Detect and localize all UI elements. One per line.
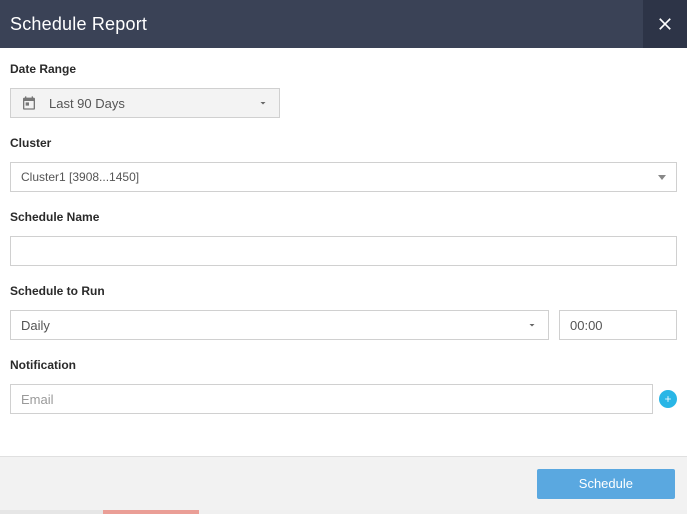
close-icon [655,14,675,34]
date-range-select[interactable]: Last 90 Days [10,88,280,118]
frequency-value: Daily [21,318,526,333]
modal-title: Schedule Report [0,14,147,35]
add-notification-button[interactable] [659,390,677,408]
cluster-field-group: Cluster Cluster1 [3908...1450] [10,136,677,192]
modal-header: Schedule Report [0,0,687,48]
chevron-down-icon [257,97,269,109]
close-button[interactable] [643,0,687,48]
schedule-to-run-label: Schedule to Run [10,284,677,298]
cluster-label: Cluster [10,136,677,150]
schedule-row: Daily [10,310,677,340]
plus-icon [663,394,673,404]
notification-email-input[interactable] [10,384,653,414]
date-range-field-group: Date Range Last 90 Days [10,62,677,118]
cluster-select[interactable]: Cluster1 [3908...1450] [10,162,677,192]
date-range-value: Last 90 Days [49,96,257,111]
schedule-name-input[interactable] [10,236,677,266]
schedule-button[interactable]: Schedule [537,469,675,499]
cluster-value: Cluster1 [3908...1450] [21,170,658,184]
schedule-report-modal: Schedule Report Date Range Last 90 Days … [0,0,687,514]
notification-row [10,384,677,414]
modal-footer: Schedule [0,456,687,510]
schedule-name-label: Schedule Name [10,210,677,224]
time-input[interactable] [559,310,677,340]
schedule-to-run-field-group: Schedule to Run Daily [10,284,677,340]
chevron-down-icon [526,319,538,331]
calendar-icon [21,95,37,111]
notification-field-group: Notification [10,358,677,414]
schedule-name-field-group: Schedule Name [10,210,677,266]
dropdown-triangle-icon [658,175,666,180]
background-strip [0,510,687,514]
notification-label: Notification [10,358,677,372]
modal-body: Date Range Last 90 Days Cluster Cluster1… [0,48,687,456]
frequency-select[interactable]: Daily [10,310,549,340]
date-range-label: Date Range [10,62,677,76]
